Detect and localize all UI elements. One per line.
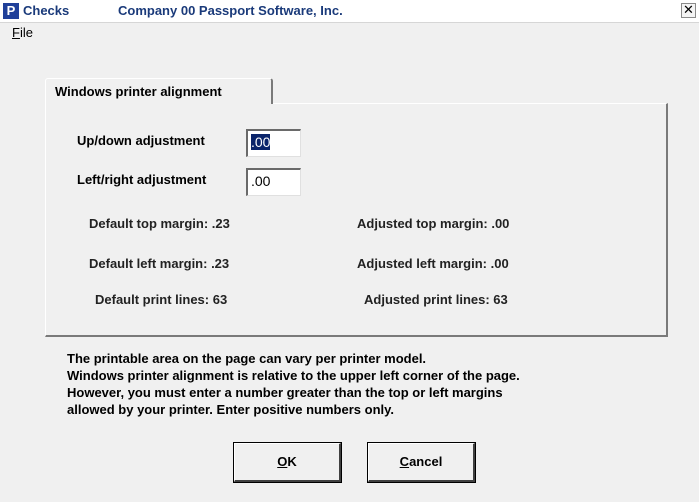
note-line: allowed by your printer. Enter positive …	[67, 402, 394, 417]
note-line: The printable area on the page can vary …	[67, 351, 427, 366]
tab-windows-printer-alignment[interactable]: Windows printer alignment	[45, 78, 273, 104]
window-title: Company 00 Passport Software, Inc.	[118, 3, 343, 18]
cancel-button[interactable]: Cancel	[368, 443, 475, 482]
close-icon[interactable]: ✕	[681, 3, 696, 18]
printable-area-note: The printable area on the page can vary …	[67, 350, 520, 418]
menu-file[interactable]: File	[12, 25, 33, 40]
tab-label: Windows printer alignment	[55, 84, 222, 99]
alignment-panel	[45, 103, 668, 337]
ok-button[interactable]: OK	[234, 443, 341, 482]
app-name: Checks	[23, 3, 70, 18]
note-line: Windows printer alignment is relative to…	[67, 368, 520, 383]
note-line: However, you must enter a number greater…	[67, 385, 503, 400]
app-logo-icon: P	[3, 3, 19, 19]
menu-bar: File	[0, 23, 699, 43]
title-bar: P Checks Company 00 Passport Software, I…	[0, 0, 699, 23]
